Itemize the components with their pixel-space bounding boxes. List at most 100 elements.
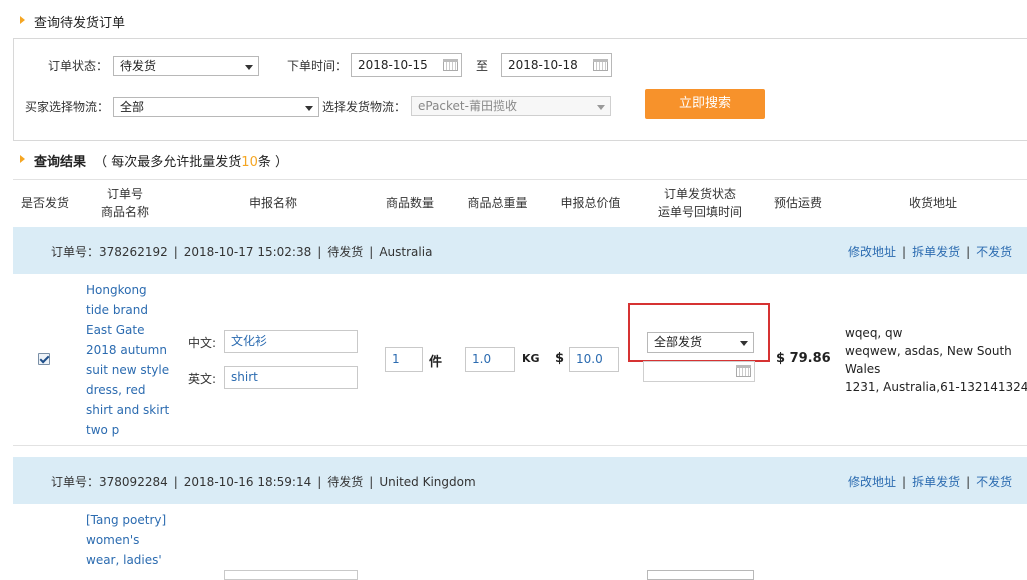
query-section-title: 查询待发货订单 bbox=[34, 16, 126, 31]
product-name-line: East Gate bbox=[86, 323, 145, 337]
date-to-value: 2018-10-18 bbox=[508, 58, 578, 72]
ship-status-select[interactable] bbox=[647, 570, 754, 580]
product-name-line: suit new style bbox=[86, 363, 170, 377]
order-no: 378262192 bbox=[99, 245, 168, 259]
address-line: wqeq, qw bbox=[845, 326, 903, 340]
weight-input[interactable]: 1.0 bbox=[465, 347, 515, 372]
ship-status-select[interactable]: 全部发货 bbox=[647, 332, 754, 353]
order-country: United Kingdom bbox=[379, 475, 476, 489]
ship-logistics-value: ePacket-莆田揽收 bbox=[418, 99, 517, 113]
cn-name-label: 中文: bbox=[188, 336, 217, 350]
batch-note: （ 每次最多允许批量发货10条 ） bbox=[94, 155, 288, 170]
order-actions: 修改地址 | 拆单发货 | 不发货 bbox=[848, 473, 1012, 490]
divider: | bbox=[966, 245, 971, 259]
divider: | bbox=[902, 245, 907, 259]
cn-name-input[interactable] bbox=[224, 570, 358, 580]
batch-note-prefix: （ 每次最多允许批量发货 bbox=[94, 155, 242, 170]
address-line: 1231, Australia,61-1321413242 bbox=[845, 380, 1027, 394]
cn-name-input[interactable]: 文化衫 bbox=[224, 330, 358, 353]
calendar-icon[interactable] bbox=[736, 365, 751, 377]
divider: | bbox=[902, 475, 907, 489]
col-header-ship-status: 订单发货状态 运单号回填时间 bbox=[645, 185, 755, 221]
order-summary: 订单号：378092284 | 2018-10-16 18:59:14 | 待发货 | Un… bbox=[51, 473, 476, 490]
split-shipment-link[interactable]: 拆单发货 bbox=[912, 475, 960, 489]
product-name-line: tide brand bbox=[86, 303, 148, 317]
chevron-down-icon bbox=[245, 65, 253, 70]
col-header-freight: 预估运费 bbox=[773, 196, 822, 210]
product-name-line: dress, red bbox=[86, 383, 146, 397]
section-marker-icon bbox=[20, 155, 25, 163]
divider: | bbox=[369, 245, 374, 259]
batch-note-limit: 10 bbox=[241, 155, 258, 170]
ship-logistics-label: 选择发货物流： bbox=[322, 100, 407, 114]
shipping-address: wqeq, qw weqwew, asdas, New South Wales … bbox=[845, 324, 1027, 396]
order-actions: 修改地址 | 拆单发货 | 不发货 bbox=[848, 243, 1012, 260]
col-header-ship-status-line: 订单发货状态 bbox=[663, 187, 736, 201]
en-name-label: 英文: bbox=[188, 372, 217, 386]
order-status-value: 待发货 bbox=[120, 59, 157, 73]
order-status: 待发货 bbox=[327, 475, 364, 489]
buyer-logistics-label: 买家选择物流： bbox=[25, 100, 110, 114]
date-range-separator: 至 bbox=[476, 59, 489, 73]
calendar-icon[interactable] bbox=[593, 59, 608, 71]
quantity-input[interactable]: 1 bbox=[385, 347, 423, 372]
order-country: Australia bbox=[379, 245, 433, 259]
product-name-link[interactable]: Hongkong tide brand East Gate 2018 autum… bbox=[86, 280, 169, 440]
freight-amount: $ 79.86 bbox=[776, 351, 831, 366]
order-no-label: 订单号： bbox=[51, 475, 100, 489]
address-line: Wales bbox=[845, 362, 881, 376]
search-button[interactable]: 立即搜索 bbox=[645, 89, 765, 119]
col-header-address: 收货地址 bbox=[908, 196, 957, 210]
edit-address-link[interactable]: 修改地址 bbox=[848, 475, 896, 489]
divider: | bbox=[173, 475, 178, 489]
chevron-down-icon bbox=[740, 341, 748, 346]
divider: | bbox=[317, 475, 322, 489]
product-name-line: shirt and skirt bbox=[86, 403, 170, 417]
product-name-line: two p bbox=[86, 423, 120, 437]
date-to-input[interactable]: 2018-10-18 bbox=[501, 53, 612, 77]
product-name-line: 2018 autumn bbox=[86, 343, 167, 357]
order-time-label: 下单时间： bbox=[287, 59, 348, 73]
ship-checkbox[interactable] bbox=[38, 353, 50, 365]
col-header-quantity: 商品数量 bbox=[385, 196, 434, 210]
product-name-line: wear, ladies' bbox=[86, 553, 162, 567]
value-input[interactable]: 10.0 bbox=[569, 347, 619, 372]
address-line: weqwew, asdas, New South bbox=[845, 344, 1012, 358]
en-name-input[interactable]: shirt bbox=[224, 366, 358, 389]
order-summary: 订单号：378262192 | 2018-10-17 15:02:38 | 待发货 | Au… bbox=[51, 243, 432, 260]
col-header-weight: 商品总重量 bbox=[467, 196, 528, 210]
col-header-tracking-time: 运单号回填时间 bbox=[657, 205, 742, 219]
buyer-logistics-select[interactable]: 全部 bbox=[113, 97, 319, 117]
order-time: 2018-10-16 18:59:14 bbox=[183, 475, 312, 489]
row-divider bbox=[13, 445, 1027, 446]
product-name-line: women's bbox=[86, 533, 140, 547]
quantity-unit: 件 bbox=[429, 355, 443, 370]
product-name-link[interactable]: [Tang poetry] women's wear, ladies' bbox=[86, 510, 166, 570]
order-status-select[interactable]: 待发货 bbox=[113, 56, 259, 76]
ship-logistics-select[interactable]: ePacket-莆田揽收 bbox=[411, 96, 611, 116]
date-from-input[interactable]: 2018-10-15 bbox=[351, 53, 462, 77]
order-no: 378092284 bbox=[99, 475, 168, 489]
chevron-down-icon bbox=[305, 106, 313, 111]
check-icon bbox=[39, 353, 50, 364]
chevron-down-icon bbox=[597, 105, 605, 110]
no-ship-link[interactable]: 不发货 bbox=[976, 475, 1012, 489]
tracking-date-input[interactable] bbox=[643, 361, 755, 382]
section-marker-icon bbox=[20, 16, 25, 24]
product-name-line: Hongkong bbox=[86, 283, 147, 297]
divider: | bbox=[173, 245, 178, 259]
split-shipment-link[interactable]: 拆单发货 bbox=[912, 245, 960, 259]
order-status-label: 订单状态： bbox=[48, 59, 109, 73]
product-name-line: [Tang poetry] bbox=[86, 513, 167, 527]
calendar-icon[interactable] bbox=[443, 59, 458, 71]
header-top-divider bbox=[13, 179, 1027, 180]
divider: | bbox=[966, 475, 971, 489]
col-header-order-product: 订单号 商品名称 bbox=[90, 185, 160, 221]
ship-status-value: 全部发货 bbox=[654, 335, 703, 349]
results-title: 查询结果 bbox=[34, 155, 87, 170]
currency-symbol: $ bbox=[555, 351, 565, 366]
edit-address-link[interactable]: 修改地址 bbox=[848, 245, 896, 259]
col-header-value: 申报总价值 bbox=[560, 196, 621, 210]
col-header-declared-name: 申报名称 bbox=[248, 196, 297, 210]
no-ship-link[interactable]: 不发货 bbox=[976, 245, 1012, 259]
